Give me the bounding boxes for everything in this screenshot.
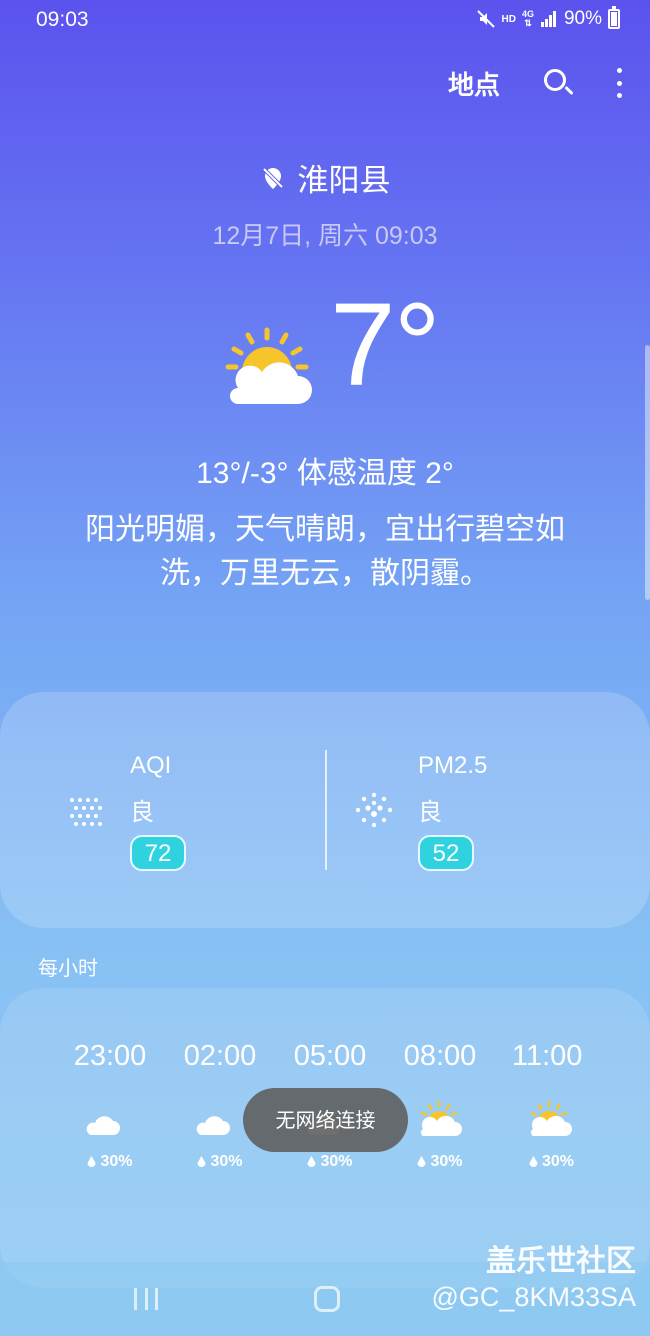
raindrop-icon: [307, 1156, 316, 1167]
hour-precip: 30%: [165, 1153, 275, 1171]
hourly-item: 23:00 30%: [55, 1040, 165, 1171]
hour-precip: 30%: [385, 1153, 495, 1171]
hour-time: 02:00: [183, 1040, 257, 1072]
raindrop-icon: [87, 1156, 96, 1167]
air-quality-card[interactable]: AQI 良 72 PM2.5 良 52: [0, 692, 650, 928]
pm25-value-badge: 52: [418, 835, 474, 871]
sun-cloud-icon: [530, 1100, 572, 1136]
aqi-value-badge: 72: [130, 835, 186, 871]
weather-description: 阳光明媚，天气晴朗，宜出行碧空如洗，万里无云，散阴霾。: [85, 512, 565, 591]
update-datetime: 12月7日, 周六 09:03: [212, 222, 438, 250]
recent-apps-button[interactable]: [134, 1288, 158, 1310]
battery-icon: [608, 6, 620, 29]
status-time: 09:03: [36, 8, 89, 31]
hourly-title: 每小时: [38, 956, 98, 980]
status-bar: 09:03 HD 4G ⇅ 90%: [0, 0, 650, 40]
aqi-item: AQI 良 72: [130, 752, 186, 871]
mute-icon: [476, 10, 495, 28]
pm25-icon: [355, 792, 393, 828]
pm25-item: PM2.5 良 52: [418, 752, 487, 871]
hour-precip: 30%: [495, 1153, 585, 1171]
pm25-label: PM2.5: [418, 752, 488, 779]
app-header: 地点: [448, 60, 624, 106]
hour-time: 08:00: [403, 1040, 477, 1072]
aqi-label: AQI: [130, 752, 172, 779]
watermark-community: 盖乐世社区: [486, 1244, 636, 1279]
moon-cloud-icon: [86, 1103, 125, 1135]
raindrop-icon: [417, 1156, 426, 1167]
watermark-user: @GC_8KM33SA: [431, 1282, 637, 1312]
aqi-level: 良: [130, 798, 154, 826]
hd-indicator: HD: [501, 13, 516, 25]
divider: [325, 750, 327, 870]
city-row: 淮阳县: [0, 155, 650, 200]
signal-icon: [540, 11, 556, 27]
raindrop-icon: [197, 1156, 206, 1167]
search-icon[interactable]: [540, 66, 574, 100]
temperature-range: 13°/-3° 体感温度 2°: [196, 457, 454, 490]
pm25-level: 良: [418, 798, 442, 826]
hourly-item: 11:00 30%: [495, 1040, 585, 1171]
location-off-icon: [262, 167, 283, 189]
hour-precip: 30%: [55, 1153, 165, 1171]
raindrop-icon: [529, 1156, 538, 1167]
city-name: 淮阳县: [297, 163, 391, 199]
aqi-icon: [70, 798, 102, 826]
moon-cloud-icon: [196, 1103, 235, 1135]
home-button[interactable]: [314, 1286, 340, 1312]
network-type: 4G ⇅: [521, 9, 534, 28]
more-options-icon[interactable]: [614, 68, 624, 98]
partly-sunny-icon: [225, 327, 312, 404]
location-button[interactable]: 地点: [448, 65, 500, 102]
hour-time: 11:00: [512, 1040, 583, 1072]
current-weather: 7°: [220, 286, 460, 425]
toast-message: 无网络连接: [243, 1088, 408, 1152]
sun-cloud-icon: [420, 1100, 462, 1136]
hour-time: 23:00: [73, 1040, 147, 1072]
current-temperature: 7°: [330, 279, 441, 411]
hour-precip: 30%: [275, 1153, 385, 1171]
battery-percent: 90%: [563, 8, 602, 29]
status-icons: HD 4G ⇅ 90%: [476, 6, 620, 30]
scrollbar[interactable]: [645, 345, 650, 600]
hour-time: 05:00: [293, 1040, 367, 1072]
